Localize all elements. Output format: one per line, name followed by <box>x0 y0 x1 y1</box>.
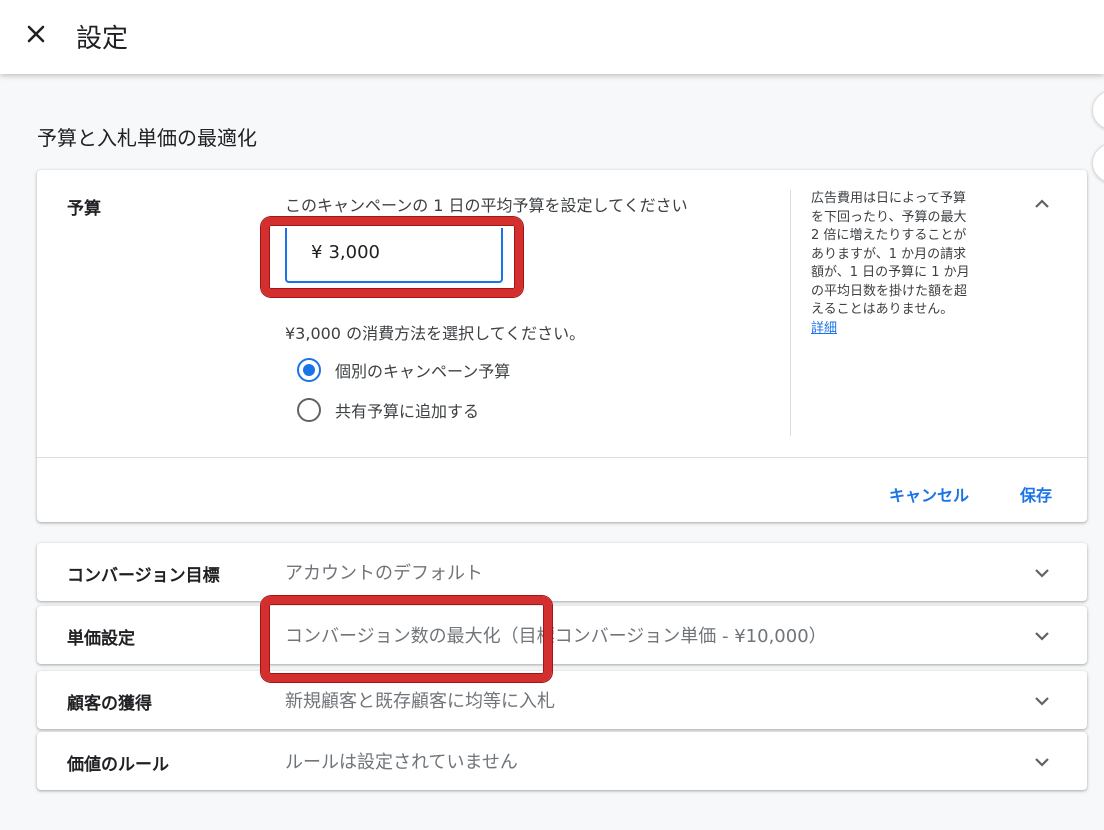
setting-row-bidding[interactable]: 単価設定 コンバージョン数の最大化（目標コンバージョン単価 - ¥10,000） <box>37 606 1087 664</box>
help-line: 2 倍に増えたりすることが <box>811 228 967 243</box>
side-scroll-button[interactable] <box>1092 143 1104 183</box>
expand-button[interactable] <box>1030 561 1054 585</box>
setting-label: 価値のルール <box>67 755 169 775</box>
collapse-button[interactable] <box>1030 192 1054 216</box>
radio-label: 個別のキャンペーン予算 <box>335 362 511 381</box>
budget-input[interactable]: ¥3,000 <box>285 228 503 283</box>
help-line: 額が、1 日の予算に 1 か月 <box>811 265 970 280</box>
radio-shared-budget[interactable]: 共有予算に追加する <box>297 398 479 422</box>
page-title: 設定 <box>76 24 129 54</box>
setting-row-conversion-goal[interactable]: コンバージョン目標 アカウントのデフォルト <box>37 543 1087 601</box>
setting-label: 顧客の獲得 <box>67 694 152 714</box>
chevron-down-icon <box>1035 569 1049 578</box>
budget-prompt: このキャンペーンの 1 日の平均予算を設定してください <box>285 196 688 215</box>
divider <box>37 457 1087 458</box>
budget-help-text: 広告費用は日によって予算 を下回ったり、予算の最大 2 倍に増えたりすることが … <box>811 190 1003 338</box>
close-button[interactable] <box>22 20 50 48</box>
radio-individual-budget[interactable]: 個別のキャンペーン予算 <box>297 358 510 382</box>
budget-value: 3,000 <box>328 242 380 263</box>
expand-button[interactable] <box>1030 750 1054 774</box>
setting-row-value-rules[interactable]: 価値のルール ルールは設定されていません <box>37 732 1087 790</box>
setting-label: コンバージョン目標 <box>67 566 220 586</box>
radio-checked-icon[interactable] <box>297 358 321 382</box>
close-icon <box>27 25 45 43</box>
help-line: ありますが、1 か月の請求 <box>811 246 967 262</box>
expand-button[interactable] <box>1030 624 1054 648</box>
radio-unchecked-icon[interactable] <box>297 398 321 422</box>
cancel-button[interactable]: キャンセル <box>889 482 969 506</box>
divider <box>790 190 791 436</box>
section-title: 予算と入札単価の最適化 <box>37 126 257 150</box>
setting-label: 単価設定 <box>67 629 135 649</box>
radio-label: 共有予算に追加する <box>335 402 480 421</box>
setting-value: コンバージョン数の最大化（目標コンバージョン単価 - ¥10,000） <box>285 626 827 647</box>
spend-prompt: ¥3,000 の消費方法を選択してください。 <box>285 324 586 343</box>
chevron-down-icon <box>1035 697 1049 706</box>
setting-row-customer-acquisition[interactable]: 顧客の獲得 新規顧客と既存顧客に均等に入札 <box>37 671 1087 729</box>
top-bar: 設定 <box>0 0 1104 74</box>
setting-value: アカウントのデフォルト <box>285 563 483 584</box>
currency-symbol: ¥ <box>311 242 323 263</box>
budget-label: 予算 <box>67 199 101 219</box>
save-button[interactable]: 保存 <box>1020 482 1052 506</box>
side-scroll-button[interactable] <box>1092 90 1104 130</box>
help-line: を下回ったり、予算の最大 <box>811 209 967 225</box>
help-line: えることはありません。 <box>811 302 954 317</box>
chevron-up-icon <box>1035 199 1049 208</box>
help-line: の平均日数を掛けた額を超 <box>811 283 968 299</box>
details-link[interactable]: 詳細 <box>811 320 1003 339</box>
setting-value: 新規顧客と既存顧客に均等に入札 <box>285 691 555 712</box>
expand-button[interactable] <box>1030 689 1054 713</box>
help-line: 広告費用は日によって予算 <box>811 191 966 206</box>
setting-value: ルールは設定されていません <box>285 752 518 773</box>
chevron-down-icon <box>1035 758 1049 767</box>
budget-card: 予算 このキャンペーンの 1 日の平均予算を設定してください ¥3,000 ¥3… <box>37 170 1087 522</box>
chevron-down-icon <box>1035 632 1049 641</box>
